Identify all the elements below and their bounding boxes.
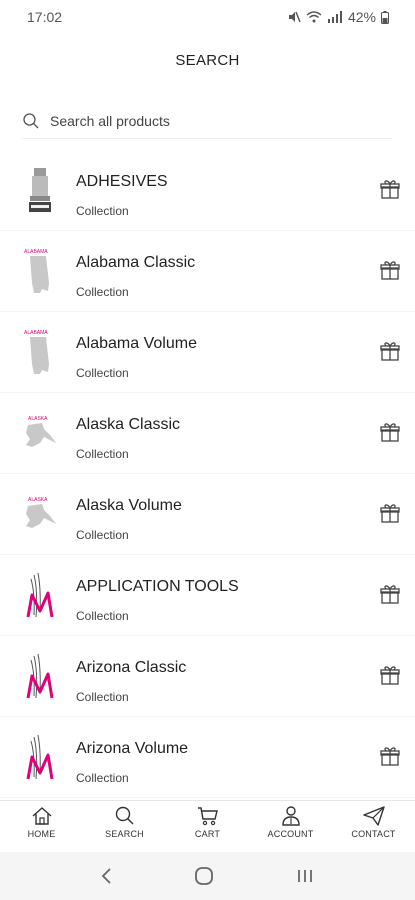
cart-icon xyxy=(197,807,218,826)
item-type: Collection xyxy=(76,366,129,380)
list-item[interactable]: ALASKA Alaska Classic Collection xyxy=(0,393,415,474)
brand-logo-thumbnail xyxy=(26,734,54,780)
nav-contact-label: CONTACT xyxy=(351,829,396,839)
bottom-nav: HOME SEARCH CART ACCOUNT CONTACT xyxy=(0,800,415,852)
item-type: Collection xyxy=(76,204,129,218)
item-name: Arizona Volume xyxy=(76,740,189,757)
list-item[interactable]: Arizona Classic Collection xyxy=(0,636,415,717)
item-type: Collection xyxy=(76,285,129,299)
svg-text:ALABAMA: ALABAMA xyxy=(24,330,48,336)
signal-icon xyxy=(327,11,342,23)
gift-icon[interactable] xyxy=(379,664,401,686)
item-type: Collection xyxy=(76,528,129,542)
recent-apps-icon[interactable] xyxy=(295,867,315,885)
gift-icon[interactable] xyxy=(379,502,401,524)
item-type: Collection xyxy=(76,609,129,623)
gift-icon[interactable] xyxy=(379,178,401,200)
status-icons: 42% xyxy=(287,9,389,25)
list-item[interactable]: ALABAMA Alabama Volume Collection xyxy=(0,312,415,393)
list-item[interactable]: ADHESIVES Collection xyxy=(0,150,415,231)
system-nav-bar xyxy=(0,852,415,900)
battery-percent: 42% xyxy=(347,9,376,25)
search-icon xyxy=(23,112,39,128)
item-name: Arizona Classic xyxy=(76,659,187,676)
wifi-icon xyxy=(306,11,322,23)
home-icon xyxy=(32,807,51,825)
list-item[interactable]: APPLICATION TOOLS Collection xyxy=(0,555,415,636)
alabama-map-thumbnail: ALABAMA xyxy=(24,249,49,293)
alabama-map-thumbnail: ALABAMA xyxy=(24,330,49,374)
home-circle-icon[interactable] xyxy=(194,866,214,886)
page-title: SEARCH xyxy=(175,52,240,69)
gift-icon[interactable] xyxy=(379,583,401,605)
item-name: Alaska Volume xyxy=(76,497,182,514)
list-item[interactable]: ALABAMA Alabama Classic Collection xyxy=(0,231,415,312)
search-icon xyxy=(115,806,133,825)
mute-icon xyxy=(288,11,301,23)
item-type: Collection xyxy=(76,771,129,785)
nav-account[interactable]: ACCOUNT xyxy=(249,801,332,852)
gift-icon[interactable] xyxy=(379,340,401,362)
item-name: APPLICATION TOOLS xyxy=(76,578,239,595)
svg-text:ALASKA: ALASKA xyxy=(28,497,48,503)
nav-home-label: HOME xyxy=(27,829,56,839)
svg-text:ALASKA: ALASKA xyxy=(28,416,48,422)
nav-account-label: ACCOUNT xyxy=(267,829,314,839)
battery-icon xyxy=(381,10,389,24)
search-bar[interactable] xyxy=(22,103,392,139)
nav-search-label: SEARCH xyxy=(105,829,144,839)
list-item[interactable]: Arizona Volume Collection xyxy=(0,717,415,798)
nav-search[interactable]: SEARCH xyxy=(83,801,166,852)
gift-icon[interactable] xyxy=(379,259,401,281)
status-time: 17:02 xyxy=(27,9,63,25)
brand-logo-thumbnail xyxy=(26,572,54,618)
status-bar: 17:02 42% xyxy=(0,0,415,34)
back-icon[interactable] xyxy=(100,867,114,885)
gift-icon[interactable] xyxy=(379,745,401,767)
account-icon xyxy=(281,806,300,826)
nav-contact[interactable]: CONTACT xyxy=(332,801,415,852)
alaska-map-thumbnail: ALASKA xyxy=(26,416,56,447)
nav-cart-label: CART xyxy=(194,829,221,839)
item-name: Alaska Classic xyxy=(76,416,181,433)
gift-icon[interactable] xyxy=(379,421,401,443)
nav-cart[interactable]: CART xyxy=(166,801,249,852)
item-name: Alabama Volume xyxy=(76,335,197,352)
brand-logo-thumbnail xyxy=(26,653,54,699)
nav-home[interactable]: HOME xyxy=(0,801,83,852)
alaska-map-thumbnail: ALASKA xyxy=(26,497,56,528)
search-results-list: ADHESIVES Collection ALABAMA Alabama Cla… xyxy=(0,150,415,800)
paper-plane-icon xyxy=(362,806,385,826)
item-name: Alabama Classic xyxy=(76,254,196,271)
item-type: Collection xyxy=(76,447,129,461)
item-name: ADHESIVES xyxy=(76,173,168,190)
search-input[interactable] xyxy=(50,112,370,129)
item-type: Collection xyxy=(76,690,129,704)
svg-text:ALABAMA: ALABAMA xyxy=(24,249,48,255)
list-item[interactable]: ALASKA Alaska Volume Collection xyxy=(0,474,415,555)
adhesive-bottle-thumbnail xyxy=(29,168,51,212)
